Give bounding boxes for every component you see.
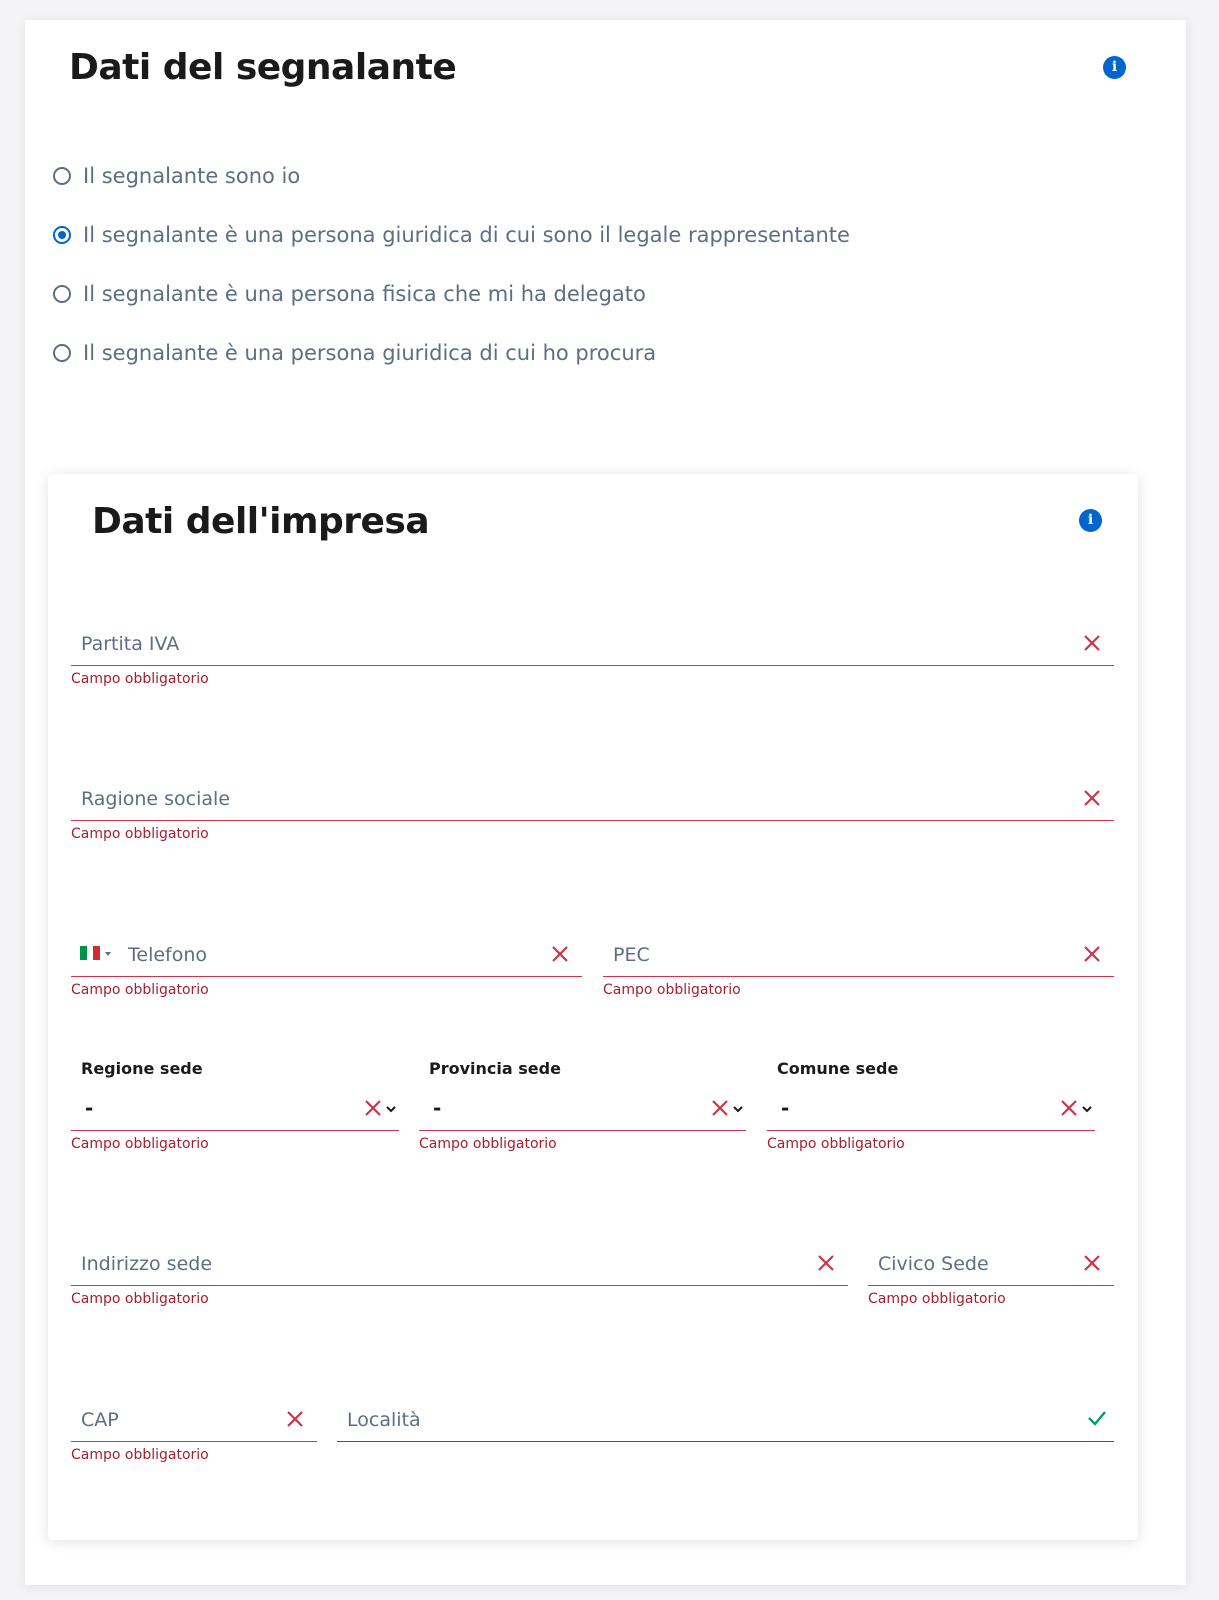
cap-field[interactable]: CAP <box>71 1395 317 1442</box>
cap-error: Campo obbligatorio <box>71 1447 209 1463</box>
radio-button[interactable] <box>53 344 71 362</box>
chevron-down-icon[interactable] <box>1081 1104 1093 1114</box>
partita-iva-error: Campo obbligatorio <box>71 671 209 687</box>
partita-iva-placeholder: Partita IVA <box>81 633 180 655</box>
radio-button[interactable] <box>53 167 71 185</box>
indirizzo-sede-field[interactable]: Indirizzo sede <box>71 1239 848 1286</box>
italy-flag-icon[interactable] <box>80 946 101 960</box>
partita-iva-field[interactable]: Partita IVA <box>71 619 1114 666</box>
close-icon[interactable] <box>816 1253 836 1273</box>
radio-option-proxy[interactable]: Il segnalante è una persona giuridica di… <box>53 338 656 368</box>
ragione-sociale-placeholder: Ragione sociale <box>81 788 231 810</box>
ragione-sociale-error: Campo obbligatorio <box>71 826 209 842</box>
chevron-down-icon[interactable] <box>732 1104 744 1114</box>
close-icon[interactable] <box>285 1409 305 1429</box>
company-title: Dati dell'impresa <box>92 501 430 542</box>
radio-button-checked[interactable] <box>53 226 71 244</box>
localita-field[interactable]: Località <box>337 1395 1114 1442</box>
radio-label: Il segnalante è una persona fisica che m… <box>83 282 646 306</box>
comune-select[interactable]: - <box>767 1084 1095 1131</box>
close-icon[interactable] <box>710 1098 730 1118</box>
radio-button[interactable] <box>53 285 71 303</box>
pec-placeholder: PEC <box>613 944 650 966</box>
comune-value: - <box>781 1096 790 1120</box>
close-icon[interactable] <box>363 1098 383 1118</box>
radio-option-self[interactable]: Il segnalante sono io <box>53 161 300 191</box>
caret-down-icon[interactable] <box>104 951 112 957</box>
civico-sede-placeholder: Civico Sede <box>878 1253 989 1275</box>
civico-sede-error: Campo obbligatorio <box>868 1291 1006 1307</box>
provincia-label: Provincia sede <box>429 1059 561 1078</box>
indirizzo-sede-placeholder: Indirizzo sede <box>81 1253 213 1275</box>
company-card: Dati dell'impresa i Partita IVA Campo ob… <box>48 474 1138 1540</box>
chevron-down-icon[interactable] <box>385 1104 397 1114</box>
reporter-title: Dati del segnalante <box>69 47 457 88</box>
close-icon[interactable] <box>1082 944 1102 964</box>
regione-error: Campo obbligatorio <box>71 1136 209 1152</box>
civico-sede-field[interactable]: Civico Sede <box>868 1239 1114 1286</box>
check-icon <box>1088 1411 1106 1426</box>
localita-placeholder: Località <box>347 1409 421 1431</box>
close-icon[interactable] <box>1082 633 1102 653</box>
radio-label: Il segnalante è una persona giuridica di… <box>83 223 850 247</box>
ragione-sociale-field[interactable]: Ragione sociale <box>71 774 1114 821</box>
reporter-card: Dati del segnalante i Il segnalante sono… <box>25 20 1186 1585</box>
indirizzo-sede-error: Campo obbligatorio <box>71 1291 209 1307</box>
close-icon[interactable] <box>550 944 570 964</box>
telefono-field[interactable]: Telefono <box>71 930 582 977</box>
telefono-placeholder: Telefono <box>128 944 208 966</box>
close-icon[interactable] <box>1059 1098 1079 1118</box>
provincia-value: - <box>433 1096 442 1120</box>
pec-field[interactable]: PEC <box>603 930 1114 977</box>
telefono-error: Campo obbligatorio <box>71 982 209 998</box>
pec-error: Campo obbligatorio <box>603 982 741 998</box>
comune-label: Comune sede <box>777 1059 899 1078</box>
close-icon[interactable] <box>1082 788 1102 808</box>
radio-option-delegated-person[interactable]: Il segnalante è una persona fisica che m… <box>53 279 646 309</box>
cap-placeholder: CAP <box>81 1409 119 1431</box>
provincia-error: Campo obbligatorio <box>419 1136 557 1152</box>
provincia-select[interactable]: - <box>419 1084 746 1131</box>
info-icon[interactable]: i <box>1079 509 1102 532</box>
regione-select[interactable]: - <box>71 1084 399 1131</box>
radio-label: Il segnalante sono io <box>83 164 301 188</box>
comune-error: Campo obbligatorio <box>767 1136 905 1152</box>
regione-label: Regione sede <box>81 1059 203 1078</box>
info-icon[interactable]: i <box>1103 56 1126 79</box>
radio-option-legal-rep[interactable]: Il segnalante è una persona giuridica di… <box>53 220 850 250</box>
close-icon[interactable] <box>1082 1253 1102 1273</box>
radio-label: Il segnalante è una persona giuridica di… <box>83 341 657 365</box>
regione-value: - <box>85 1096 94 1120</box>
